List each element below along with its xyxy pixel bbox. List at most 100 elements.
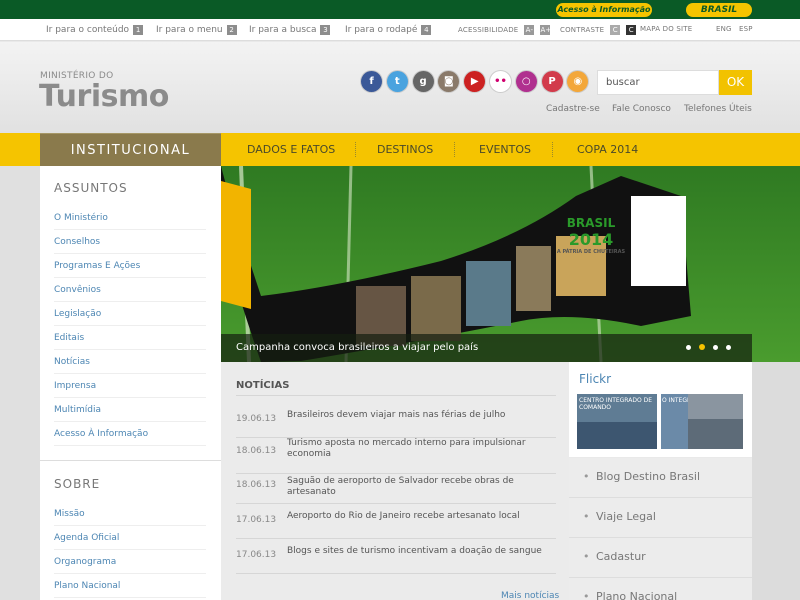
nav-dados-fatos[interactable]: DADOS E FATOS (247, 133, 335, 166)
search-ok-button[interactable]: OK (719, 70, 752, 95)
site-map-link[interactable]: MAPA DO SITE (640, 25, 692, 33)
font-decrease-button[interactable]: A- (524, 25, 535, 35)
gov-top-bar: Acesso à Informação BRASIL (0, 0, 800, 19)
news-rule (236, 538, 556, 539)
googleplus-icon[interactable]: g (412, 71, 434, 92)
right-link-item[interactable]: • Cadastur (569, 538, 752, 578)
skip-search-label: Ir para a busca (249, 25, 317, 35)
key-badge: 1 (133, 25, 144, 35)
right-link-item[interactable]: • Viaje Legal (569, 498, 752, 538)
sidebar-item[interactable]: Conselhos (54, 230, 206, 254)
right-links: • Blog Destino Brasil • Viaje Legal • Cadastu… (569, 458, 752, 600)
brasil-2014-line1: BRASIL (566, 216, 616, 230)
brasil-link[interactable]: BRASIL (686, 3, 752, 17)
news-section: NOTÍCIAS Mais notícias 19.06.13 Brasileir… (221, 362, 569, 600)
site-map-label: MAPA DO SITE (640, 25, 693, 33)
news-title-link[interactable]: Saguão de aeroporto de Salvador recebe o… (287, 476, 557, 498)
facebook-icon[interactable]: f (361, 71, 382, 92)
flickr-icon[interactable]: •• (489, 71, 511, 92)
right-link-item[interactable]: • Blog Destino Brasil (569, 458, 752, 498)
flickr-photo-1[interactable]: CENTRO INTEGRADO DE COMANDO (577, 394, 657, 449)
contraste-group: CONTRASTE C C (560, 25, 637, 35)
nav-copa-2014[interactable]: COPA 2014 (577, 133, 638, 166)
nav-destinos[interactable]: DESTINOS (377, 133, 433, 166)
pinterest-icon[interactable]: P (541, 71, 563, 92)
skip-content-link[interactable]: Ir para o conteúdo 1 (46, 25, 144, 35)
accessibility-bar: Ir para o conteúdo 1 Ir para o menu 2 Ir p… (0, 19, 800, 41)
nav-separator (552, 142, 553, 157)
sidebar-item[interactable]: Acesso À Informação (54, 422, 206, 446)
brasil-2014-line2: 2014 (568, 230, 614, 249)
sidebar-item[interactable]: Agenda Oficial (54, 526, 206, 550)
sidebar-item[interactable]: Editais (54, 326, 206, 350)
more-news-link[interactable]: Mais notícias (501, 591, 559, 600)
slide-dot-active[interactable] (699, 344, 705, 350)
cadastre-link[interactable]: Cadastre-se (546, 104, 600, 114)
news-date: 18.06.13 (236, 446, 277, 456)
sidebar-item[interactable]: Plano Nacional (54, 574, 206, 598)
skip-menu-link[interactable]: Ir para o menu 2 (156, 25, 237, 35)
news-rule (236, 395, 556, 396)
sobre-title: SOBRE (54, 477, 101, 491)
right-link-label: Plano Nacional (596, 590, 678, 600)
news-title: NOTÍCIAS (236, 380, 290, 391)
lang-en-label: ENG (716, 25, 732, 33)
news-rule (236, 573, 556, 574)
news-title-link[interactable]: Blogs e sites de turismo incentivam a do… (287, 546, 557, 557)
slide-dot[interactable] (686, 345, 691, 350)
news-title-link[interactable]: Turismo aposta no mercado interno para i… (287, 438, 557, 460)
skip-content-label: Ir para o conteúdo (46, 25, 130, 35)
news-date: 19.06.13 (236, 414, 277, 424)
sidebar-item[interactable]: O Ministério (54, 206, 206, 230)
sidebar-item[interactable]: Missão (54, 502, 206, 526)
orkut-icon[interactable]: ○ (515, 71, 537, 92)
lang-es-link[interactable]: ESP (739, 25, 753, 33)
nav-eventos[interactable]: EVENTOS (479, 133, 531, 166)
telefones-link[interactable]: Telefones Úteis (684, 104, 752, 114)
contrast-normal-button[interactable]: C (610, 25, 621, 35)
sidebar-item[interactable]: Convênios (54, 278, 206, 302)
key-badge: 2 (226, 25, 237, 35)
right-link-item[interactable]: • Plano Nacional (569, 578, 752, 600)
twitter-icon[interactable]: t (386, 71, 408, 92)
right-link-label: Viaje Legal (596, 510, 656, 523)
acesso-informacao-link[interactable]: Acesso à Informação (556, 3, 652, 17)
sidebar-item[interactable]: Notícias (54, 350, 206, 374)
right-link-label: Blog Destino Brasil (596, 470, 701, 483)
news-date: 17.06.13 (236, 515, 277, 525)
nav-institucional[interactable]: INSTITUCIONAL (40, 133, 221, 166)
sidebar-item[interactable]: Multimídia (54, 398, 206, 422)
slide-dot[interactable] (713, 345, 718, 350)
skip-search-link[interactable]: Ir para a busca 3 (249, 25, 331, 35)
news-title-link[interactable]: Brasileiros devem viajar mais nas férias… (287, 410, 557, 421)
news-rule (236, 503, 556, 504)
search-input[interactable]: buscar (597, 70, 719, 95)
logo-turismo[interactable]: Turismo (39, 79, 169, 114)
sidebar-item[interactable]: Programas E Ações (54, 254, 206, 278)
flickr-photo-3[interactable] (688, 394, 743, 449)
youtube-icon[interactable]: ▶ (464, 71, 486, 92)
sidebar: ASSUNTOS SOBRE O Ministério Conselhos Prog… (40, 166, 221, 600)
lang-es-label: ESP (739, 25, 753, 33)
news-title-link[interactable]: Aeroporto do Rio de Janeiro recebe artes… (287, 511, 557, 522)
fale-conosco-link[interactable]: Fale Conosco (612, 104, 671, 114)
brasil-2014-tagline: A PÁTRIA DE CHUTEIRAS (556, 249, 626, 255)
flickr-title: Flickr (579, 372, 612, 386)
instagram-icon[interactable]: ◙ (438, 71, 460, 92)
sidebar-item[interactable]: Imprensa (54, 374, 206, 398)
rss-icon[interactable]: ◉ (567, 71, 589, 92)
bullet-icon: • (583, 590, 590, 600)
slide-dot[interactable] (726, 345, 731, 350)
lang-en-link[interactable]: ENG (716, 25, 732, 33)
hero-banner[interactable]: BRASIL 2014 A PÁTRIA DE CHUTEIRAS (221, 166, 800, 362)
bullet-icon: • (583, 550, 590, 563)
sidebar-item[interactable]: Legislação (54, 302, 206, 326)
contraste-label: CONTRASTE (560, 26, 605, 34)
sidebar-item[interactable]: Organograma (54, 550, 206, 574)
font-increase-button[interactable]: A+ (540, 25, 551, 35)
skip-footer-link[interactable]: Ir para o rodapé 4 (345, 25, 432, 35)
flickr-widget: Flickr CENTRO INTEGRADO DE COMANDO O INT… (569, 362, 752, 457)
banner-caption[interactable]: Campanha convoca brasileiros a viajar pe… (221, 334, 752, 362)
skip-menu-label: Ir para o menu (156, 25, 223, 35)
contrast-high-button[interactable]: C (626, 25, 637, 35)
